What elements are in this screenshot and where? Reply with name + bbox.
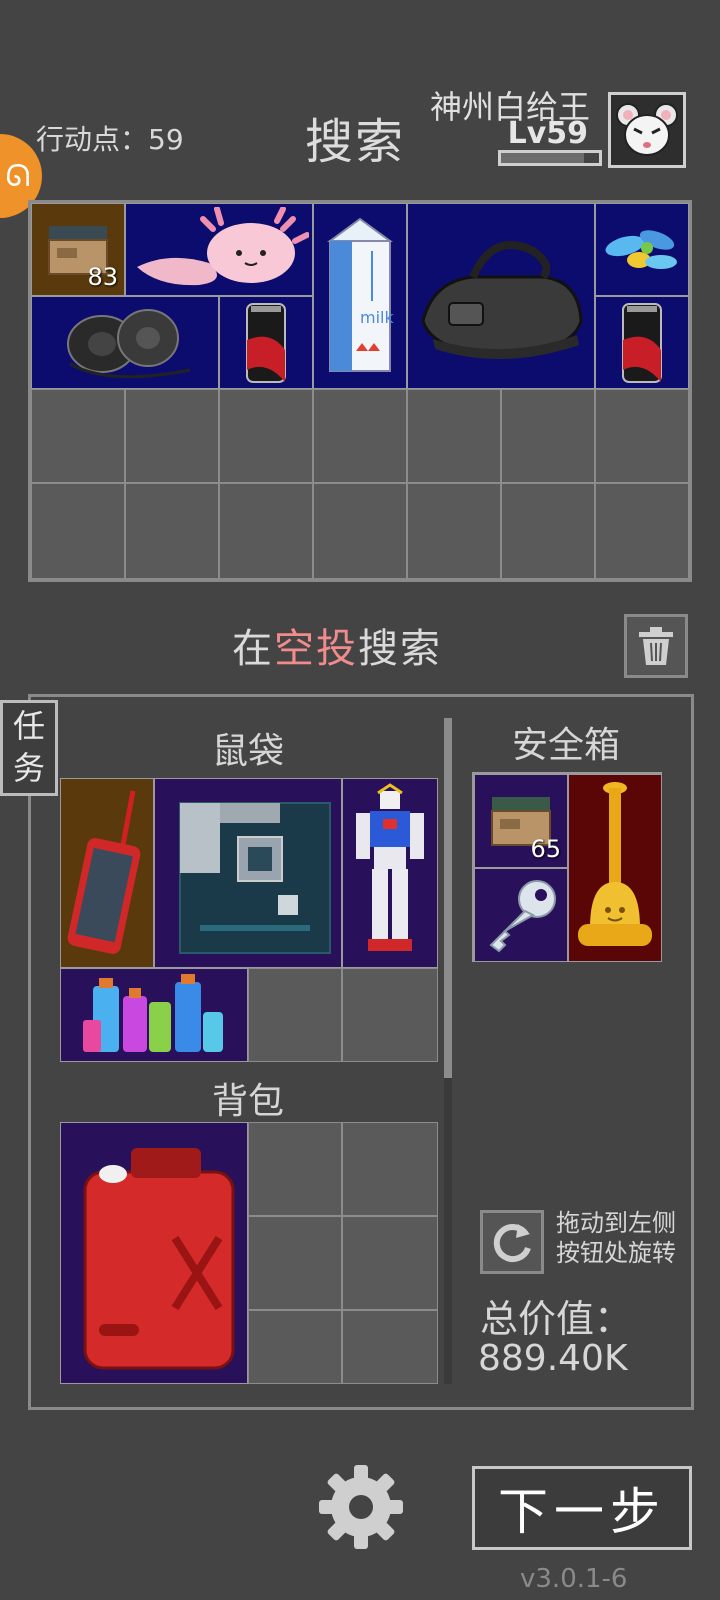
pills-icon — [605, 229, 677, 269]
key-icon — [489, 880, 556, 953]
grid-cell[interactable] — [31, 483, 125, 579]
grid-cell[interactable] — [219, 389, 313, 483]
soda-can-icon — [246, 302, 286, 383]
search-location-place: 空投 — [274, 626, 358, 672]
gas-can-icon — [83, 1148, 235, 1370]
rat-bag-grid — [60, 778, 440, 1064]
bag-item-bottles[interactable] — [60, 968, 248, 1062]
rotate-hint-line2: 按钮处旋转 — [556, 1239, 676, 1267]
grid-cell[interactable] — [248, 1310, 342, 1384]
grid-cell[interactable] — [407, 389, 501, 483]
total-value-label: 总价值： — [480, 1297, 633, 1341]
bottles-icon — [83, 974, 223, 1052]
total-value: 889.40K — [478, 1338, 628, 1379]
bag-item-phone[interactable] — [60, 778, 154, 968]
search-location-title: 在空投搜索 — [232, 616, 442, 674]
phone-icon — [67, 790, 141, 954]
grid-cell[interactable] — [125, 483, 219, 579]
gear-icon — [319, 1465, 403, 1549]
grid-cell[interactable] — [248, 1216, 342, 1310]
search-location-prefix: 在 — [232, 626, 274, 672]
search-location-suffix: 搜索 — [358, 626, 442, 672]
axolotl-plush-icon — [137, 206, 309, 285]
safe-item-ammo-box[interactable]: 65 — [474, 774, 568, 868]
loot-item-soda-can[interactable] — [595, 296, 689, 389]
rotate-hint: 拖动到左侧 按钮处旋转 — [556, 1208, 676, 1268]
bag-item-motherboard[interactable] — [154, 778, 342, 968]
milk-carton-icon: milk — [326, 217, 394, 372]
safe-box-label: 安全箱 — [512, 725, 621, 766]
settings-button[interactable] — [318, 1464, 404, 1550]
grid-cell[interactable] — [248, 1122, 342, 1216]
soda-can-icon — [622, 302, 662, 383]
trash-icon — [639, 627, 673, 665]
task-tab-line1: 任 — [12, 707, 45, 745]
grid-cell[interactable] — [595, 389, 689, 483]
loot-item-speakers[interactable] — [31, 296, 219, 389]
safe-box-grid: 65 — [472, 772, 662, 962]
grid-cell[interactable] — [313, 483, 407, 579]
golden-trophy-icon — [578, 782, 652, 946]
rotate-icon — [493, 1224, 531, 1263]
loot-grid: 83 milk — [28, 200, 692, 582]
loot-item-duffel-bag[interactable] — [407, 203, 595, 389]
grid-cell[interactable] — [595, 483, 689, 579]
loot-item-soda-can[interactable] — [219, 296, 313, 389]
scrollbar-thumb[interactable] — [444, 718, 452, 1078]
safe-item-key[interactable] — [474, 868, 568, 962]
rat-avatar-icon — [616, 103, 678, 156]
milk-label: milk — [360, 308, 394, 327]
safe-item-golden-trophy[interactable] — [568, 774, 662, 962]
loot-item-milk-carton[interactable]: milk — [313, 203, 407, 389]
task-tab[interactable]: 任 务 — [0, 700, 58, 796]
grid-cell[interactable] — [342, 1122, 438, 1216]
trash-button[interactable] — [624, 614, 688, 678]
grid-cell[interactable] — [407, 483, 501, 579]
grid-cell[interactable] — [342, 1216, 438, 1310]
motherboard-icon — [179, 802, 331, 954]
action-points: 行动点：59 — [36, 123, 184, 156]
loot-item-ammo-box[interactable]: 83 — [31, 203, 125, 296]
speakers-icon — [67, 308, 191, 378]
item-count: 83 — [87, 263, 118, 291]
rotate-hint-line1: 拖动到左侧 — [556, 1209, 676, 1237]
grid-cell[interactable] — [342, 968, 438, 1062]
grid-cell[interactable] — [125, 389, 219, 483]
bag-item-robot-figure[interactable] — [342, 778, 438, 968]
grid-cell[interactable] — [31, 389, 125, 483]
duffel-bag-icon — [421, 240, 583, 360]
backpack-grid — [60, 1122, 440, 1384]
next-step-button[interactable]: 下一步 — [472, 1466, 692, 1550]
grid-cell[interactable] — [501, 483, 595, 579]
backpack-label: 背包 — [212, 1081, 285, 1122]
rotate-button[interactable] — [480, 1210, 544, 1274]
grid-cell[interactable] — [342, 1310, 438, 1384]
page-title: 搜索 — [305, 114, 406, 170]
version-label: v3.0.1-6 — [520, 1564, 628, 1594]
grid-cell[interactable] — [248, 968, 342, 1062]
grid-cell[interactable] — [501, 389, 595, 483]
spiral-icon: ᘏ — [5, 158, 31, 194]
xp-bar — [498, 150, 602, 166]
loot-item-axolotl-plush[interactable] — [125, 203, 313, 296]
player-level: Lv59 — [507, 116, 588, 151]
loot-item-pills[interactable] — [595, 203, 689, 296]
grid-cell[interactable] — [313, 389, 407, 483]
rat-bag-label: 鼠袋 — [212, 731, 285, 772]
robot-figure-icon — [356, 783, 424, 951]
grid-cell[interactable] — [219, 483, 313, 579]
item-count: 65 — [530, 835, 561, 863]
task-tab-line2: 务 — [12, 749, 45, 787]
bag-item-gas-can[interactable] — [60, 1122, 248, 1384]
player-avatar[interactable] — [608, 92, 686, 168]
xp-bar-fill — [501, 153, 585, 163]
